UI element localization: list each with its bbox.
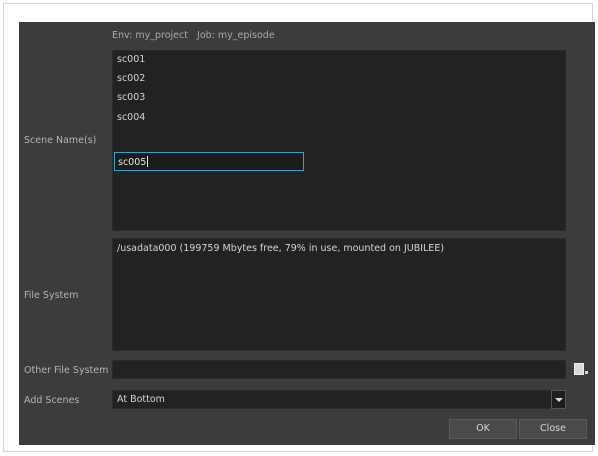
- chevron-down-icon: [555, 398, 563, 402]
- scene-names-list[interactable]: sc001 sc002 sc003 sc004 sc005: [112, 50, 566, 231]
- scene-name-editor-value: sc005: [118, 157, 147, 168]
- add-scene-dialog: Env: my_project Job: my_episode Scene Na…: [19, 22, 595, 445]
- scene-item[interactable]: sc004: [117, 112, 145, 124]
- add-scenes-dropdown-button[interactable]: [551, 390, 566, 409]
- env-label: Env: my_project: [112, 30, 188, 41]
- scene-item[interactable]: sc002: [117, 73, 145, 85]
- add-scenes-select[interactable]: At Bottom: [112, 390, 566, 409]
- scene-item[interactable]: sc001: [117, 54, 145, 66]
- add-scenes-label: Add Scenes: [24, 395, 80, 406]
- folder-browse-icon: [574, 363, 588, 375]
- scene-name-editor[interactable]: sc005: [114, 152, 304, 171]
- file-system-entry[interactable]: /usadata000 (199759 Mbytes free, 79% in …: [117, 243, 444, 255]
- job-label: Job: my_episode: [197, 30, 275, 41]
- close-button[interactable]: Close: [519, 419, 587, 439]
- other-file-system-input[interactable]: [112, 360, 566, 379]
- browse-button[interactable]: [571, 361, 589, 379]
- scene-item[interactable]: sc003: [117, 92, 145, 104]
- scene-names-label: Scene Name(s): [24, 135, 97, 146]
- text-cursor: [147, 156, 149, 167]
- file-system-list[interactable]: /usadata000 (199759 Mbytes free, 79% in …: [112, 238, 566, 351]
- ok-button[interactable]: OK: [449, 419, 517, 439]
- file-system-label: File System: [24, 290, 79, 301]
- add-scenes-selected-value: At Bottom: [117, 394, 165, 405]
- other-file-system-label: Other File System: [24, 365, 109, 376]
- environment-job-info: Env: my_project Job: my_episode: [112, 30, 275, 42]
